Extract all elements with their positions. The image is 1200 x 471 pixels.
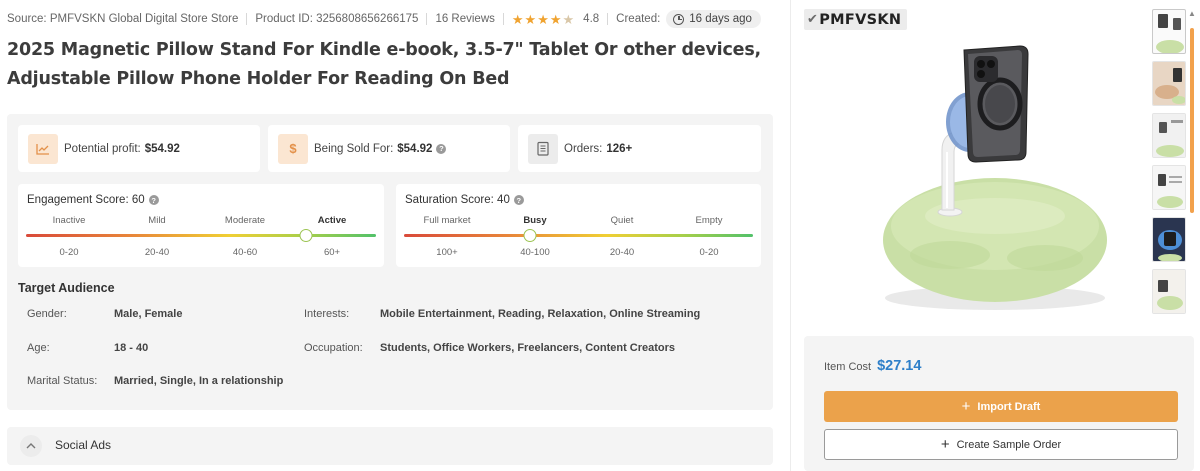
orders-value: 126+ xyxy=(606,142,633,155)
saturation-score-marker xyxy=(523,229,537,242)
engagement-level: Inactive xyxy=(52,215,86,226)
item-cost-label: Item Cost xyxy=(824,361,872,373)
create-sample-order-label: Create Sample Order xyxy=(956,438,1062,451)
brand-logo: ✔ PMFVSKN xyxy=(804,9,908,30)
help-icon[interactable]: ? xyxy=(513,195,524,205)
engagement-score-title: Engagement Score: 60 ? xyxy=(27,194,159,206)
saturation-score-card: Saturation Score: 40 ? Full market Busy … xyxy=(396,184,761,267)
separator xyxy=(426,13,428,25)
clipboard-icon xyxy=(528,133,558,164)
sold-value: $54.92 xyxy=(397,142,433,155)
saturation-level: Quiet xyxy=(610,215,634,226)
star-icon: ★ xyxy=(511,11,524,27)
import-draft-label: Import Draft xyxy=(977,400,1041,413)
orders-label: Orders: xyxy=(564,142,603,155)
rating-stars: ★ ★ ★ ★ ★ xyxy=(512,13,574,26)
age-value: 18 - 40 xyxy=(114,342,149,354)
thumbnail[interactable] xyxy=(1152,113,1186,158)
marital-status-value: Married, Single, In a relationship xyxy=(114,375,284,387)
occupation-value: Students, Office Workers, Freelancers, C… xyxy=(380,342,676,354)
separator xyxy=(502,13,504,25)
saturation-range: 20-40 xyxy=(609,247,635,258)
thumbnail-strip xyxy=(1152,9,1188,321)
potential-profit-card: Potential profit: $54.92 xyxy=(18,125,260,172)
product-title: 2025 Magnetic Pillow Stand For Kindle e-… xyxy=(7,40,761,89)
help-icon[interactable]: ? xyxy=(148,195,159,205)
orders-card: Orders: 126+ xyxy=(518,125,761,172)
plus-icon: + xyxy=(961,398,971,415)
help-icon[interactable]: ? xyxy=(436,143,447,154)
plus-icon: + xyxy=(940,436,950,453)
trend-chart-icon xyxy=(28,133,58,164)
engagement-gradient-bar xyxy=(26,234,376,237)
saturation-score-title: Saturation Score: 40 ? xyxy=(405,194,524,206)
thumbnail[interactable] xyxy=(1152,217,1186,262)
thumbnail-scrollbar[interactable] xyxy=(1190,28,1194,213)
created-label: Created: xyxy=(616,13,661,25)
sold-label: Being Sold For: xyxy=(314,142,394,155)
created-badge: 16 days ago xyxy=(666,10,761,28)
thumb-scroll-up-icon[interactable]: ▲ xyxy=(1188,9,1196,18)
occupation-label: Occupation: xyxy=(304,342,363,354)
saturation-level: Full market xyxy=(423,215,471,226)
engagement-level: Active xyxy=(317,215,347,226)
rating-value: 4.8 xyxy=(583,13,600,25)
marital-status-label: Marital Status: xyxy=(27,375,98,387)
separator xyxy=(246,13,248,25)
age-label: Age: xyxy=(27,342,50,354)
engagement-range: 40-60 xyxy=(232,247,258,258)
created-value: 16 days ago xyxy=(689,13,752,25)
star-icon: ★ xyxy=(524,11,537,27)
clock-icon xyxy=(673,13,685,25)
engagement-range: 60+ xyxy=(323,247,341,258)
profit-value: $54.92 xyxy=(144,142,180,155)
saturation-gradient-bar xyxy=(404,234,753,237)
brand-name: PMFVSKN xyxy=(819,11,902,28)
thumbnail[interactable] xyxy=(1152,269,1186,314)
saturation-range: 40-100 xyxy=(520,247,550,258)
saturation-range: 100+ xyxy=(436,247,458,258)
interests-label: Interests: xyxy=(304,308,350,320)
saturation-level: Empty xyxy=(695,215,723,226)
engagement-level: Moderate xyxy=(224,215,266,226)
product-image[interactable] xyxy=(860,40,1130,320)
interests-value: Mobile Entertainment, Reading, Relaxatio… xyxy=(380,308,701,320)
product-id: Product ID: 3256808656266175 xyxy=(255,13,419,25)
profit-label: Potential profit: xyxy=(64,142,141,155)
gender-value: Male, Female xyxy=(114,308,183,320)
create-sample-order-button[interactable]: + Create Sample Order xyxy=(824,429,1178,460)
social-ads-label: Social Ads xyxy=(55,438,112,452)
item-cost-row: Item Cost $27.14 xyxy=(824,358,921,374)
analytics-panel: Potential profit: $54.92 $ Being Sold Fo… xyxy=(7,114,773,410)
thumbnail[interactable] xyxy=(1152,9,1186,54)
star-icon: ★ xyxy=(562,11,575,27)
engagement-level: Mild xyxy=(148,215,166,226)
item-cost-value: $27.14 xyxy=(877,358,922,374)
import-draft-button[interactable]: + Import Draft xyxy=(824,391,1178,422)
engagement-range: 20-40 xyxy=(144,247,170,258)
target-audience-heading: Target Audience xyxy=(18,281,115,295)
engagement-score-label: Engagement Score: 60 xyxy=(27,194,145,206)
separator xyxy=(607,13,609,25)
saturation-range: 0-20 xyxy=(699,247,719,258)
store-source[interactable]: Source: PMFVSKN Global Digital Store Sto… xyxy=(7,13,238,25)
review-count: 16 Reviews xyxy=(435,13,495,25)
thumbnail[interactable] xyxy=(1152,61,1186,106)
purchase-panel: Item Cost $27.14 + Import Draft + Create… xyxy=(804,336,1194,471)
chevron-up-icon[interactable] xyxy=(20,435,42,457)
social-ads-section[interactable]: Social Ads xyxy=(7,427,773,465)
product-meta-row: Source: PMFVSKN Global Digital Store Sto… xyxy=(7,9,761,29)
sold-for-card: $ Being Sold For: $54.92 ? xyxy=(268,125,510,172)
gender-label: Gender: xyxy=(27,308,67,320)
dollar-icon: $ xyxy=(278,133,308,164)
saturation-level: Busy xyxy=(523,215,547,226)
star-icon: ★ xyxy=(549,11,562,27)
engagement-score-marker xyxy=(299,229,313,242)
engagement-score-card: Engagement Score: 60 ? Inactive Mild Mod… xyxy=(18,184,384,267)
star-icon: ★ xyxy=(537,11,549,27)
engagement-range: 0-20 xyxy=(59,247,79,258)
thumbnail[interactable] xyxy=(1152,165,1186,210)
column-divider xyxy=(790,0,791,471)
saturation-score-label: Saturation Score: 40 xyxy=(405,194,510,206)
